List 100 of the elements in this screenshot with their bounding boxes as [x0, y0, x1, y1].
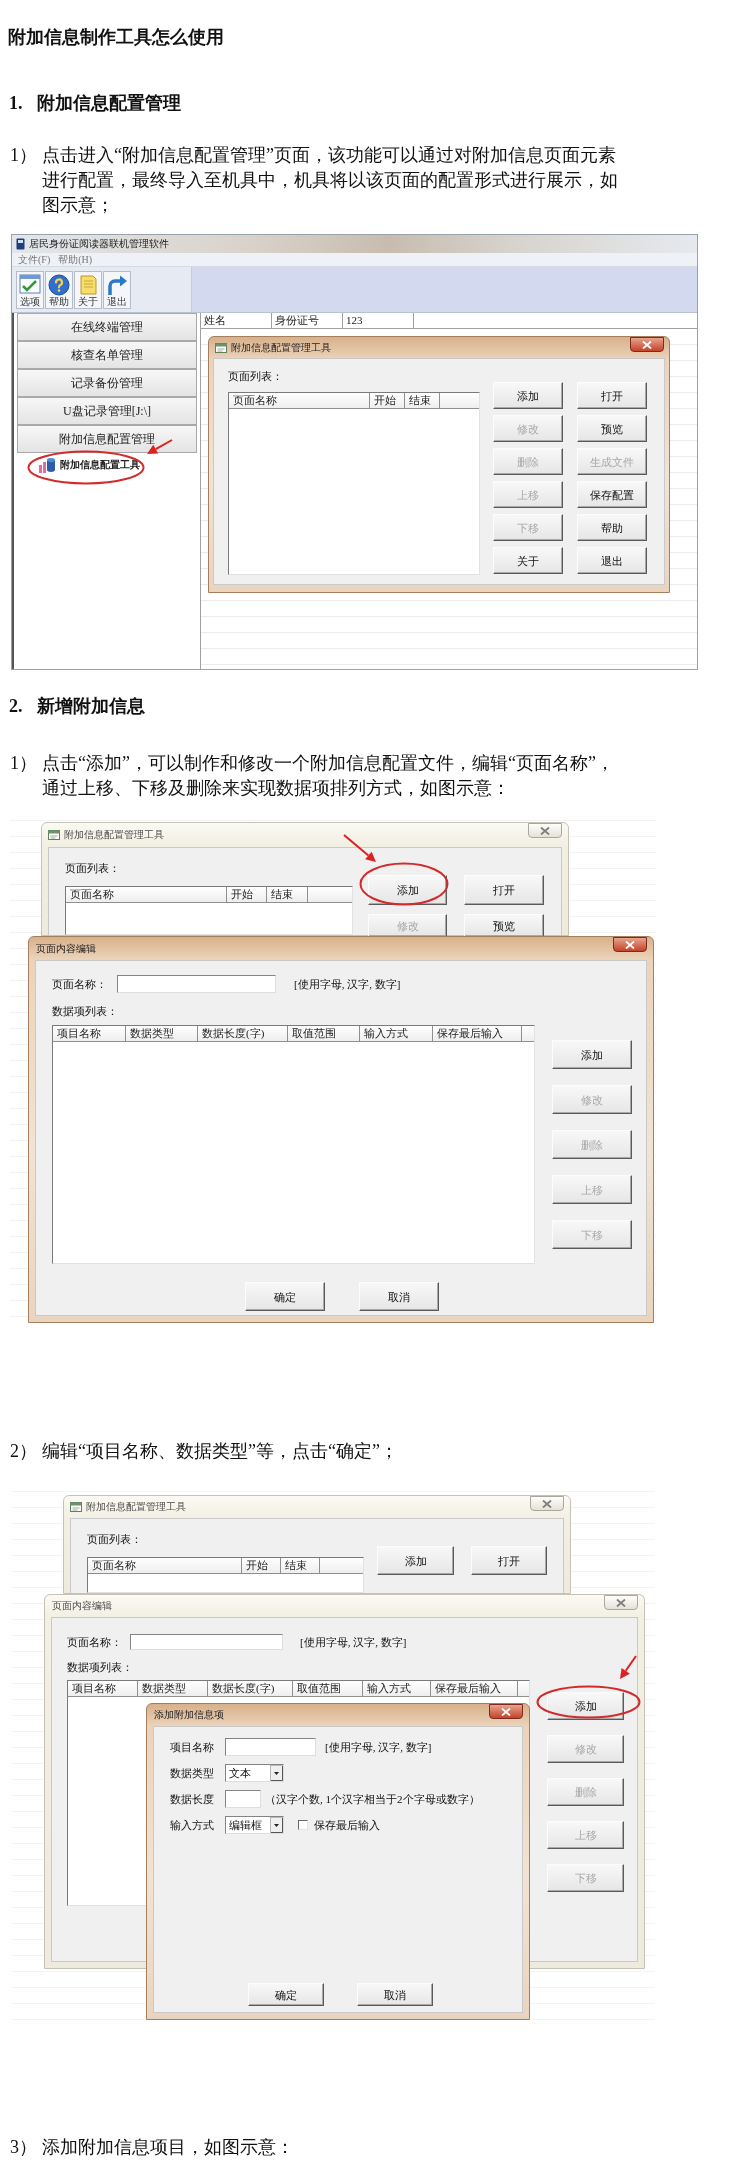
toolbar-button[interactable]: 选项 [16, 270, 44, 309]
device-icon [16, 238, 25, 250]
toolbar-button[interactable]: 关于 [74, 270, 102, 309]
push-button[interactable]: 预览 [577, 415, 647, 442]
column-header[interactable]: 开始 [370, 393, 405, 408]
column-header[interactable]: 开始 [227, 887, 267, 902]
push-button[interactable]: 添加 [377, 1546, 454, 1575]
step-text: 添加附加信息项目，如图示意： [42, 2136, 295, 2159]
column-header[interactable]: 数据类型 [138, 1681, 208, 1696]
column-header[interactable]: 数据长度(字) [198, 1026, 288, 1041]
column-header[interactable]: 开始 [242, 1558, 281, 1573]
page-title: 附加信息制作工具怎么使用 [8, 26, 224, 49]
close-button[interactable] [604, 1595, 638, 1610]
step-text: 编辑“项目名称、数据类型”等，点击“确定”； [42, 1440, 399, 1463]
toolbar-button[interactable]: 退出 [103, 270, 131, 309]
section-heading: 新增附加信息 [37, 695, 145, 718]
field-label: 项目名称 [170, 1740, 214, 1754]
section-heading: 附加信息配置管理 [37, 92, 181, 115]
nav-button[interactable]: 核查名单管理 [17, 341, 197, 369]
step-number: 3） [10, 2136, 38, 2159]
menu-item[interactable]: 文件(F) [18, 253, 51, 266]
column-header[interactable]: 页面名称 [88, 1558, 242, 1573]
text-field[interactable] [225, 1738, 316, 1756]
push-button[interactable]: 添加 [552, 1040, 632, 1069]
menu-item[interactable]: 帮助(H) [58, 253, 93, 266]
column-header[interactable]: 输入方式 [360, 1026, 433, 1041]
nav-button[interactable]: 附加信息配置管理 [17, 425, 197, 453]
push-button[interactable]: 打开 [464, 875, 544, 905]
push-button[interactable]: 预览 [464, 914, 544, 937]
nav-button[interactable]: 在线终端管理 [17, 313, 197, 341]
field-label: 数据长度 [170, 1792, 214, 1806]
push-button[interactable]: 添加 [493, 382, 563, 409]
list-view[interactable]: 页面名称 开始 结束 [87, 1557, 364, 1593]
column-header[interactable]: 姓名 [201, 313, 272, 328]
window-icon [70, 1501, 82, 1513]
close-icon [642, 340, 652, 349]
dropdown[interactable]: 编辑框 [225, 1816, 284, 1834]
column-header[interactable]: 保存最后输入 [433, 1026, 522, 1041]
step-number: 1） [10, 144, 38, 167]
push-button[interactable]: 添加 [547, 1692, 624, 1720]
window-title: 附加信息配置管理工具 [86, 1501, 186, 1513]
text-field[interactable] [117, 975, 276, 993]
step-number: 2） [10, 1440, 38, 1463]
column-header[interactable]: 身份证号 [272, 313, 343, 328]
window-icon [215, 341, 227, 354]
nav-button[interactable]: U盘记录管理[J:\] [17, 397, 197, 425]
column-header[interactable]: 结束 [267, 887, 308, 902]
list-view[interactable]: 项目名称 数据类型 数据长度(字) 取值范围 输入方式 保存最后输入 [52, 1025, 535, 1264]
column-header[interactable]: 取值范围 [288, 1026, 360, 1041]
push-button[interactable]: 取消 [357, 1983, 433, 2006]
close-button[interactable] [613, 937, 647, 952]
toolbar-button[interactable]: 帮助 [45, 270, 73, 309]
column-header[interactable]: 页面名称 [66, 887, 227, 902]
dropdown[interactable]: 文本 [225, 1764, 284, 1782]
hint-text: （汉字个数, 1个汉字相当于2个字母或数字） [265, 1792, 480, 1806]
column-header[interactable]: 页面名称 [229, 393, 370, 408]
push-button[interactable]: 添加 [368, 875, 447, 905]
push-button[interactable]: 退出 [577, 547, 647, 574]
push-button[interactable]: 打开 [471, 1546, 547, 1575]
column-header[interactable]: 项目名称 [68, 1681, 138, 1696]
section-number: 2. [9, 695, 24, 718]
push-button[interactable]: 确定 [245, 1282, 325, 1311]
close-icon [501, 1707, 511, 1716]
step-number: 1） [10, 752, 38, 775]
list-label: 页面列表： [65, 861, 120, 875]
list-label: 数据项列表： [67, 1660, 133, 1674]
checkbox[interactable] [298, 1820, 308, 1830]
push-button[interactable]: 确定 [248, 1983, 324, 2006]
column-header[interactable]: 输入方式 [363, 1681, 431, 1696]
column-header[interactable]: 保存最后输入 [431, 1681, 518, 1696]
list-view[interactable]: 页面名称 开始 结束 [65, 886, 353, 935]
window-title: 添加附加信息项 [154, 1709, 224, 1721]
close-button[interactable] [630, 337, 664, 352]
push-button[interactable]: 关于 [493, 547, 563, 574]
push-button[interactable]: 保存配置 [577, 481, 647, 508]
column-header[interactable]: 结束 [281, 1558, 320, 1573]
list-view[interactable]: 页面名称 开始 结束 [228, 392, 480, 575]
window-title: 附加信息配置管理工具 [231, 341, 331, 354]
column-header[interactable]: 结束 [405, 393, 440, 408]
list-label: 数据项列表： [52, 1004, 118, 1018]
column-header[interactable]: 数据长度(字) [208, 1681, 293, 1696]
field-label: 页面名称： [67, 1635, 122, 1649]
column-header[interactable]: 取值范围 [293, 1681, 363, 1696]
caret-down-icon [270, 1817, 283, 1833]
window-title: 附加信息配置管理工具 [64, 829, 164, 841]
nav-button[interactable]: 记录备份管理 [17, 369, 197, 397]
push-button[interactable]: 打开 [577, 382, 647, 409]
step-text: 点击进入“附加信息配置管理”页面，该功能可以通过对附加信息页面元素进行配置，最终导入至机具中，机具将以该页面的配置形式进行展示，如图示意； [42, 144, 619, 217]
text-field[interactable] [130, 1634, 283, 1650]
close-button[interactable] [528, 823, 562, 838]
column-header[interactable]: 数据类型 [126, 1026, 198, 1041]
column-header[interactable]: 项目名称 [53, 1026, 126, 1041]
window-icon [48, 829, 60, 841]
column-header[interactable]: 123 [343, 313, 414, 328]
close-button[interactable] [489, 1704, 523, 1719]
exit-arrow-icon [106, 273, 128, 296]
text-field[interactable] [225, 1790, 261, 1808]
push-button[interactable]: 帮助 [577, 514, 647, 541]
push-button[interactable]: 取消 [359, 1282, 439, 1311]
close-button[interactable] [530, 1496, 564, 1511]
